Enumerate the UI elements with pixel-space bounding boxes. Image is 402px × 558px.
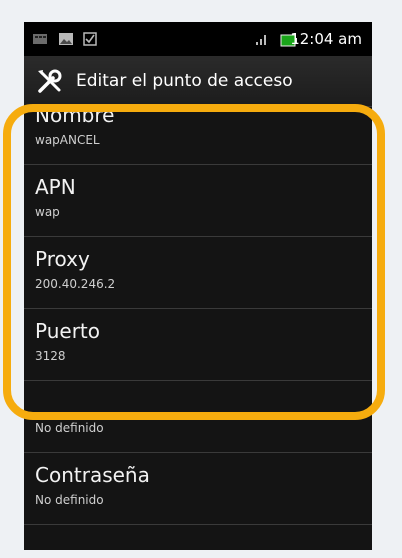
setting-hidden[interactable]: No definido: [24, 381, 372, 453]
signal-icon: [254, 31, 274, 50]
setting-puerto[interactable]: Puerto 3128: [24, 309, 372, 381]
setting-value: No definido: [35, 493, 104, 507]
setting-nombre[interactable]: Nombre wapANCEL: [24, 93, 372, 165]
setting-value: No definido: [35, 421, 104, 435]
setting-title: Contraseña: [35, 463, 150, 487]
checkbox-icon: [82, 31, 98, 50]
setting-value: wap: [35, 205, 60, 219]
setting-contrasena[interactable]: Contraseña No definido: [24, 453, 372, 525]
setting-value: wapANCEL: [35, 133, 100, 147]
setting-proxy[interactable]: Proxy 200.40.246.2: [24, 237, 372, 309]
status-time: 12:04 am: [290, 30, 362, 48]
setting-title: Proxy: [35, 247, 90, 271]
phone-screen: 12:04 am Editar el punto de acceso Nombr…: [24, 22, 372, 550]
setting-title: Nombre: [35, 103, 115, 127]
setting-title: Puerto: [35, 319, 100, 343]
setting-title: APN: [35, 175, 76, 199]
image-icon: [58, 31, 74, 50]
setting-value: 200.40.246.2: [35, 277, 116, 291]
notification-icon: [32, 31, 48, 50]
status-bar: 12:04 am: [24, 22, 372, 56]
page-title: Editar el punto de acceso: [76, 71, 293, 91]
setting-value: 3128: [35, 349, 66, 363]
setting-apn[interactable]: APN wap: [24, 165, 372, 237]
